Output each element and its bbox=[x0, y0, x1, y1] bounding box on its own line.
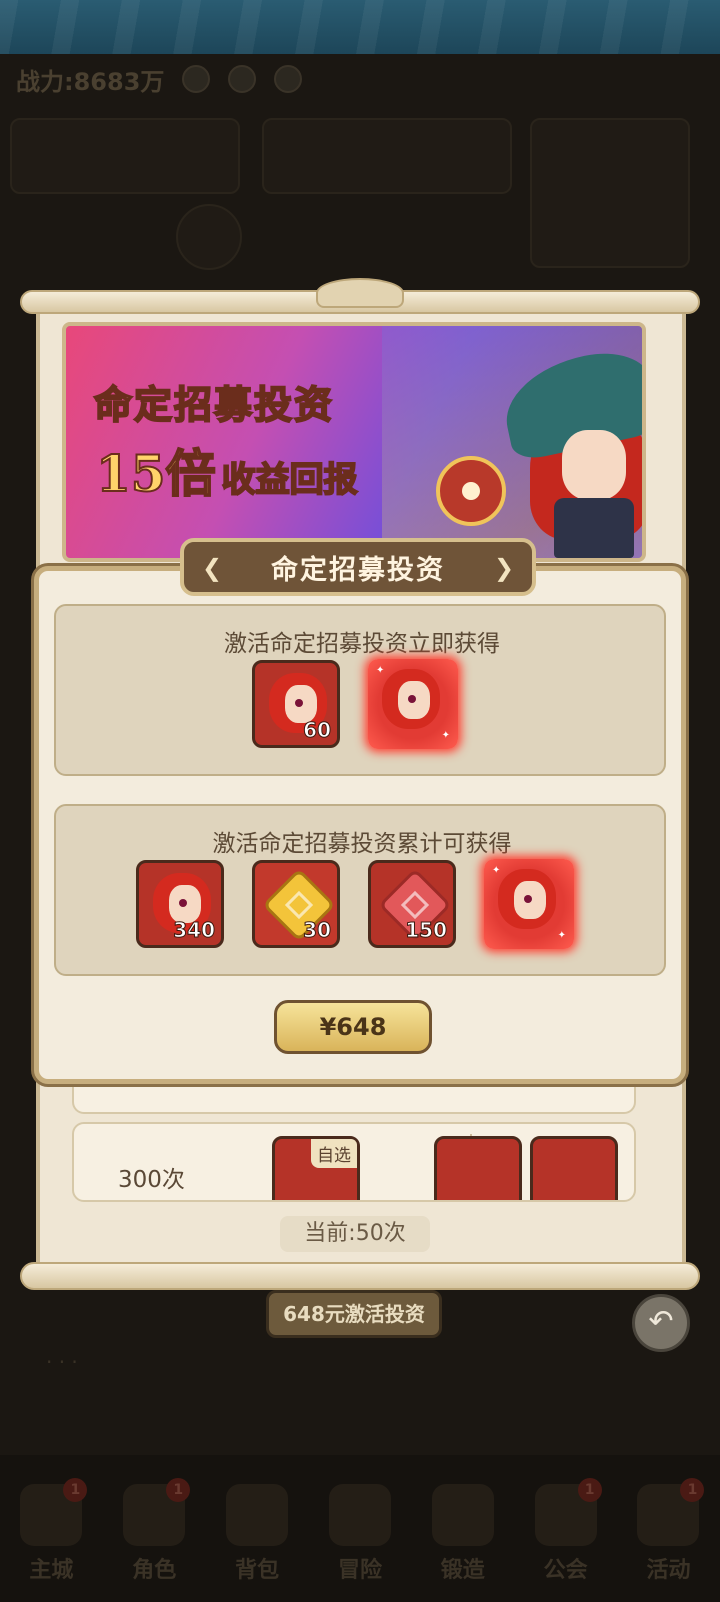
reward-gold-puzzle-piece[interactable]: 30 bbox=[252, 860, 340, 948]
right-swirl-icon: ❯ bbox=[493, 554, 515, 582]
banner-multiplier: 15倍 bbox=[95, 443, 217, 504]
plus-icon bbox=[274, 65, 303, 93]
dim-log-line: · · · bbox=[46, 1350, 78, 1374]
tier-count-label: 300次 bbox=[118, 1167, 185, 1193]
nav-item-forge[interactable]: 锻造 bbox=[421, 1474, 505, 1584]
reward-qty: 150 bbox=[405, 918, 448, 943]
nav-item-event[interactable]: 1 活动 bbox=[626, 1474, 710, 1584]
tier-reward-slot-hero[interactable] bbox=[434, 1136, 522, 1200]
bottom-navigation: 1 主城 1 角色 背包 冒险 锻造 1 公会 1 活动 bbox=[0, 1455, 720, 1602]
top-background-strip bbox=[0, 0, 720, 54]
reward-hero-card[interactable]: ✦ ✦ bbox=[368, 659, 458, 749]
hammer-icon bbox=[431, 1483, 494, 1546]
scroll-crest-ornament bbox=[316, 278, 404, 308]
banner-subtitle: 15倍 收益回报 bbox=[95, 434, 359, 506]
current-count: 当前:50次 bbox=[280, 1216, 430, 1252]
purchase-price-button[interactable]: ¥648 bbox=[274, 1000, 432, 1054]
nav-item-adventure[interactable]: 冒险 bbox=[318, 1474, 402, 1584]
reward-hero-card[interactable]: ✦ ✦ bbox=[484, 859, 574, 949]
nav-badge: 1 bbox=[577, 1477, 602, 1502]
nav-badge: 1 bbox=[63, 1477, 88, 1502]
nav-item-bag[interactable]: 背包 bbox=[215, 1474, 299, 1584]
reward-hero-shard[interactable]: 60 bbox=[252, 660, 340, 748]
modal-title-plate: ❮ 命定招募投资 ❯ bbox=[180, 538, 536, 596]
reward-qty: 30 bbox=[303, 918, 332, 943]
reward-red-puzzle-piece[interactable]: 150 bbox=[368, 860, 456, 948]
nav-label: 公会 bbox=[543, 1557, 588, 1583]
bag-icon bbox=[226, 1483, 289, 1546]
cumulative-rewards-label: 激活命定招募投资累计可获得 bbox=[212, 831, 512, 857]
nav-label: 锻造 bbox=[440, 1557, 485, 1583]
nav-item-role[interactable]: 1 角色 bbox=[112, 1474, 196, 1584]
dim-avatar-panel bbox=[10, 118, 240, 194]
nav-badge: 1 bbox=[166, 1477, 191, 1502]
reward-qty: 60 bbox=[303, 718, 332, 743]
nav-label: 角色 bbox=[132, 1557, 177, 1583]
tier-row-300: 300次 自选 bbox=[72, 1122, 636, 1202]
promo-banner: 命定招募投资 15倍 收益回报 bbox=[62, 322, 646, 562]
tier-row-previous bbox=[72, 1080, 636, 1114]
reward-qty: 340 bbox=[173, 918, 216, 943]
left-swirl-icon: ❮ bbox=[201, 554, 223, 582]
tier-reward-slot-piece[interactable] bbox=[530, 1136, 618, 1200]
back-arrow-icon[interactable]: ↶ bbox=[632, 1294, 690, 1352]
witch-hero-illustration bbox=[496, 343, 642, 558]
dim-shop-panel bbox=[262, 118, 512, 194]
nav-label: 背包 bbox=[235, 1557, 280, 1583]
game-screen: 战力:8683万 命定招募投资 15倍 收益回报 300次 自选 当前:50次 … bbox=[0, 0, 720, 1602]
nav-label: 主城 bbox=[29, 1557, 74, 1583]
nav-badge: 1 bbox=[680, 1477, 705, 1502]
dim-orb bbox=[176, 204, 242, 270]
reward-hero-shard[interactable]: 340 bbox=[136, 860, 224, 948]
nav-item-main-city[interactable]: 1 主城 bbox=[9, 1474, 93, 1584]
nav-label: 冒险 bbox=[337, 1557, 382, 1583]
tier-reward-choice-slot[interactable]: 自选 bbox=[272, 1136, 360, 1200]
power-label: 战力:8683万 bbox=[16, 67, 165, 96]
banner-return-text: 收益回报 bbox=[221, 459, 359, 501]
dim-event-panel bbox=[530, 118, 690, 268]
nav-item-guild[interactable]: 1 公会 bbox=[524, 1474, 608, 1584]
clock-emblem-icon bbox=[436, 456, 506, 526]
activate-investment-button[interactable]: 648元激活投资 bbox=[266, 1290, 442, 1338]
gold-coin-icon bbox=[228, 65, 257, 93]
instant-rewards-section: 激活命定招募投资立即获得 bbox=[54, 604, 666, 776]
modal-title: 命定招募投资 bbox=[271, 554, 445, 586]
choice-tag: 自选 bbox=[311, 1139, 357, 1168]
nav-label: 活动 bbox=[646, 1557, 691, 1583]
instant-rewards-label: 激活命定招募投资立即获得 bbox=[224, 631, 500, 657]
banner-title: 命定招募投资 bbox=[93, 381, 335, 428]
power-stat-bar: 战力:8683万 bbox=[0, 56, 720, 102]
gem-icon bbox=[182, 65, 211, 93]
crossed-swords-icon bbox=[328, 1483, 391, 1546]
scroll-rod-bottom bbox=[20, 1262, 700, 1290]
